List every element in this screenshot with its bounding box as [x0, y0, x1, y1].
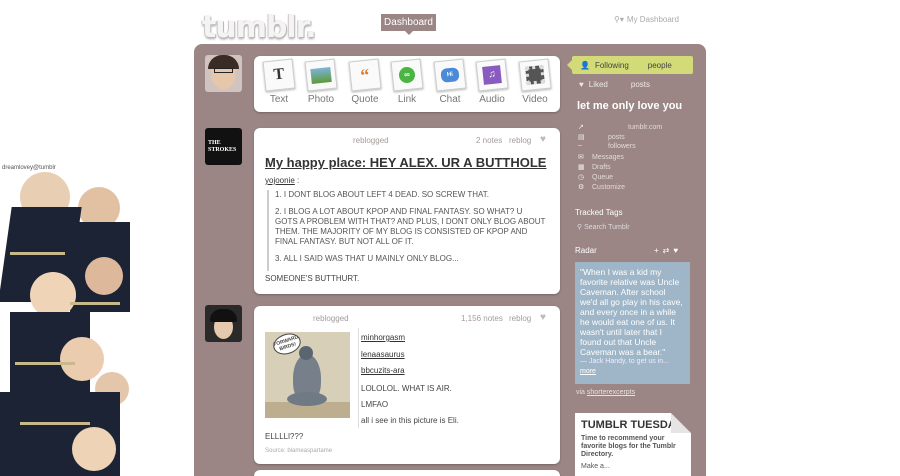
messages-link[interactable]: ✉ Messages — [578, 153, 624, 162]
post-type-text[interactable]: T Text — [258, 58, 300, 105]
tumblr-tuesday-title: TUMBLR TUESDAY — [581, 419, 683, 431]
chat-icon: Hi — [433, 58, 467, 92]
radar-attribution: — Jack Handy, to get us in... — [580, 358, 669, 365]
post-tail-text: SOMEONE'S BUTTHURT. — [265, 274, 360, 283]
reblog-user[interactable]: bbcuzits-ara — [361, 366, 405, 375]
post-type-video[interactable]: Video — [514, 58, 556, 105]
search-label: My Dashboard — [626, 15, 679, 24]
audio-icon: ♫ — [475, 58, 509, 92]
post-type-bar: T Text Photo “ Quote ∞ Link Hi Chat ♫ Au… — [254, 56, 560, 112]
wave-icon: ~ — [578, 143, 583, 150]
reblog-button[interactable]: reblog — [509, 314, 531, 323]
drafts-icon: ▦ — [578, 164, 585, 171]
liked-posts-label: posts — [630, 80, 650, 89]
radar-actions: +⇄♥ — [654, 246, 682, 255]
reblog-icon[interactable]: ⇄ — [663, 246, 674, 255]
text-icon: T — [262, 58, 296, 92]
text-post: reblogged 2 notes reblog ♥ My happy plac… — [254, 128, 560, 294]
dashboard-search[interactable]: ⚲▾ My Dashboard — [614, 15, 679, 24]
via-user-link[interactable]: shorterexcerpts — [587, 389, 635, 396]
notes-count[interactable]: 1,156 notes — [461, 314, 503, 323]
photo-post: reblogged 1,156 notes reblog ♥ FORWARD, … — [254, 306, 560, 464]
search-icon: ⚲ — [577, 224, 583, 231]
blog-url-link[interactable]: ↗ tumblr.com — [578, 123, 662, 132]
blog-title[interactable]: let me only love you — [577, 100, 682, 112]
post-type-chat[interactable]: Hi Chat — [429, 58, 471, 105]
post-type-photo[interactable]: Photo — [300, 58, 342, 105]
post-type-quote[interactable]: “ Quote — [344, 58, 386, 105]
tumblr-tuesday-more[interactable]: Make a... — [581, 463, 685, 471]
next-post — [254, 470, 560, 476]
post-tail-text: ELLLLl??? — [265, 432, 304, 441]
post-type-link[interactable]: ∞ Link — [386, 58, 428, 105]
reblogged-label[interactable]: reblogged — [313, 314, 349, 323]
post-username[interactable]: yojoonie — [265, 176, 295, 185]
page-icon: ▤ — [578, 134, 585, 141]
post-title[interactable]: My happy place: HEY ALEX. UR A BUTTHOLE — [265, 155, 546, 170]
tumblr-logo[interactable]: tumblr. — [202, 10, 317, 45]
quote-paragraph: 2. I BLOG A LOT ABOUT KPOP AND FINAL FAN… — [275, 207, 546, 246]
quote-icon: “ — [348, 58, 382, 92]
quote-paragraph: 1. I DONT BLOG ABOUT LEFT 4 DEAD. SO SCR… — [275, 190, 489, 199]
link-icon: ∞ — [390, 58, 424, 92]
search-icon: ⚲▾ — [614, 15, 624, 24]
radar-heading: Radar — [575, 246, 597, 255]
post-avatar[interactable]: THE STROKES — [205, 128, 242, 165]
person-icon: 👤 — [580, 60, 590, 70]
post-quote: 1. I DONT BLOG ABOUT LEFT 4 DEAD. SO SCR… — [267, 190, 547, 271]
reblogged-label[interactable]: reblogged — [353, 136, 389, 145]
clock-icon: ◷ — [578, 174, 585, 181]
liked-label: Liked — [588, 80, 608, 89]
reblog-comment: LOLOLOL. WHAT IS AIR. — [361, 384, 452, 393]
blog-followers-link[interactable]: ~ followers — [578, 143, 636, 150]
like-heart-icon[interactable]: ♥ — [540, 312, 546, 323]
post-source[interactable]: Source: blameaspartame — [265, 448, 332, 454]
following-link[interactable]: 👤 Following people — [567, 56, 693, 74]
gear-icon: ⚙ — [578, 184, 585, 191]
background-photo — [0, 162, 130, 476]
reblog-button[interactable]: reblog — [509, 136, 531, 145]
dashboard-tab[interactable]: Dashboard — [381, 14, 436, 35]
reblog-comment: LMFAO — [361, 400, 389, 409]
background-watermark: dreamlovey@tumblr — [2, 165, 56, 171]
radar-via: via shorterexcerpts — [576, 389, 636, 396]
arrow-icon: ↗ — [578, 124, 584, 131]
post-type-audio[interactable]: ♫ Audio — [471, 58, 513, 105]
post-photo[interactable]: FORWARD, BIRDS! — [265, 332, 350, 418]
my-avatar[interactable] — [205, 55, 242, 92]
video-icon — [518, 58, 552, 92]
plus-icon[interactable]: + — [654, 246, 663, 255]
mail-icon: ✉ — [578, 154, 584, 161]
radar-more-link[interactable]: more — [580, 367, 685, 377]
reblog-comment: all i see in this picture is Eli. — [361, 416, 459, 425]
reblog-user[interactable]: lenaasaurus — [361, 350, 405, 359]
tracked-tags-heading: Tracked Tags — [575, 208, 623, 217]
tumblr-tuesday-text: Time to recommend your favorite blogs fo… — [581, 435, 676, 458]
liked-link[interactable]: ♥ Liked posts — [579, 80, 650, 89]
heart-icon: ♥ — [579, 80, 584, 89]
queue-link[interactable]: ◷ Queue — [578, 173, 613, 182]
reblog-user[interactable]: minhorgasm — [361, 333, 405, 342]
blog-posts-link[interactable]: ▤ posts — [578, 133, 625, 142]
post-avatar[interactable] — [205, 305, 242, 342]
drafts-link[interactable]: ▦ Drafts — [578, 163, 611, 172]
notes-count[interactable]: 2 notes — [476, 136, 502, 145]
photo-icon — [304, 58, 338, 92]
following-count-label: people — [647, 60, 672, 70]
radar-quote: "When I was a kid my favorite relative w… — [580, 267, 683, 357]
like-heart-icon[interactable]: ♥ — [540, 134, 546, 145]
customize-link[interactable]: ⚙ Customize — [578, 183, 625, 192]
quote-paragraph: 3. ALL I SAID WAS THAT U MAINLY ONLY BLO… — [275, 254, 459, 263]
search-tumblr-input[interactable]: ⚲ Search Tumblr — [577, 223, 630, 231]
avatar-text: THE STROKES — [208, 140, 237, 153]
radar-quote-card[interactable]: "When I was a kid my favorite relative w… — [575, 262, 690, 384]
following-label: Following — [594, 60, 629, 70]
tumblr-tuesday-card[interactable]: TUMBLR TUESDAY Time to recommend your fa… — [575, 413, 691, 476]
heart-icon[interactable]: ♥ — [673, 246, 682, 255]
